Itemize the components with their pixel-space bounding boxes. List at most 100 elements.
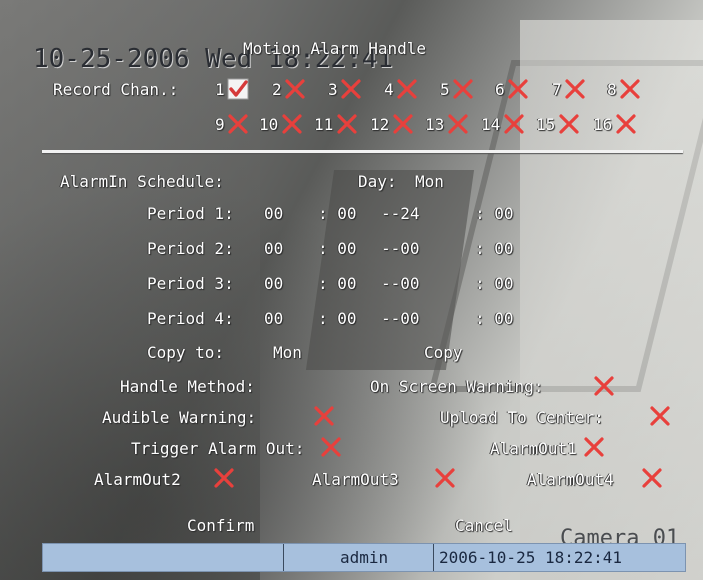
period-label: Period 1:: [147, 204, 234, 223]
channel-checkbox[interactable]: [281, 113, 303, 135]
channel-checkbox[interactable]: [396, 78, 418, 100]
period-start-hour[interactable]: 00: [264, 275, 283, 293]
cross-icon: [314, 406, 334, 426]
channel-checkbox[interactable]: [284, 78, 306, 100]
audible-warning-label: Audible Warning:: [102, 408, 257, 427]
cross-icon: [337, 114, 357, 134]
day-select[interactable]: Mon: [415, 173, 444, 191]
dialog-title: Motion Alarm Handle: [243, 39, 427, 58]
cross-icon: [508, 79, 528, 99]
channel-number: 14: [481, 115, 501, 134]
channel-number: 6: [495, 80, 505, 99]
period-start-minute[interactable]: : 00: [318, 240, 357, 258]
cross-icon: [594, 376, 614, 396]
bg-light-area: [520, 20, 703, 580]
day-label: Day:: [358, 172, 397, 191]
cancel-button[interactable]: Cancel: [455, 517, 513, 535]
copy-button[interactable]: Copy: [424, 344, 463, 362]
trigger-alarm-out-checkbox[interactable]: [320, 436, 342, 458]
cross-icon: [504, 114, 524, 134]
cross-icon: [228, 114, 248, 134]
period-end-hour[interactable]: --00: [381, 310, 420, 328]
alarmout4-label: AlarmOut4: [527, 470, 614, 489]
channel-number: 10: [259, 115, 279, 134]
dvr-screen: 10-25-2006 Wed 18:22:41 Motion Alarm Han…: [0, 0, 703, 580]
cross-icon: [214, 468, 234, 488]
cross-icon: [642, 468, 662, 488]
period-end-hour[interactable]: --00: [381, 240, 420, 258]
cross-icon: [650, 406, 670, 426]
channel-number: 13: [425, 115, 445, 134]
period-label: Period 2:: [147, 239, 234, 258]
on-screen-warning-checkbox[interactable]: [593, 375, 615, 397]
channel-number: 7: [552, 80, 562, 99]
status-datetime: 2006-10-25 18:22:41: [439, 548, 623, 567]
period-start-hour[interactable]: 00: [264, 205, 283, 223]
channel-checkbox-checked[interactable]: [227, 78, 249, 100]
audible-warning-checkbox[interactable]: [313, 405, 335, 427]
cross-icon: [397, 79, 417, 99]
channel-checkbox[interactable]: [452, 78, 474, 100]
channel-number: 15: [536, 115, 556, 134]
status-cell-user: admin: [283, 544, 434, 571]
cross-icon: [616, 114, 636, 134]
alarmin-schedule-label: AlarmIn Schedule:: [60, 172, 224, 191]
status-cell-datetime: 2006-10-25 18:22:41: [433, 544, 686, 571]
period-end-minute[interactable]: : 00: [475, 205, 514, 223]
channel-checkbox[interactable]: [503, 113, 525, 135]
channel-checkbox[interactable]: [564, 78, 586, 100]
period-start-minute[interactable]: : 00: [318, 275, 357, 293]
alarmout4-checkbox[interactable]: [641, 467, 663, 489]
cross-icon: [285, 79, 305, 99]
channel-checkbox[interactable]: [336, 113, 358, 135]
period-start-minute[interactable]: : 00: [318, 205, 357, 223]
handle-method-label: Handle Method:: [120, 377, 255, 396]
period-end-hour[interactable]: --00: [381, 275, 420, 293]
confirm-button[interactable]: Confirm: [187, 517, 254, 535]
period-end-minute[interactable]: : 00: [475, 275, 514, 293]
copy-to-select[interactable]: Mon: [273, 344, 302, 362]
channel-number: 16: [593, 115, 613, 134]
channel-checkbox[interactable]: [447, 113, 469, 135]
cross-icon: [282, 114, 302, 134]
channel-number: 1: [215, 80, 225, 99]
cross-icon: [393, 114, 413, 134]
cross-icon: [321, 437, 341, 457]
channel-number: 12: [370, 115, 390, 134]
channel-number: 8: [607, 80, 617, 99]
alarmout3-checkbox[interactable]: [434, 467, 456, 489]
period-start-minute[interactable]: : 00: [318, 310, 357, 328]
channel-checkbox[interactable]: [619, 78, 641, 100]
period-label: Period 3:: [147, 274, 234, 293]
upload-to-center-label: Upload To Center:: [440, 408, 604, 427]
alarmout1-checkbox[interactable]: [583, 436, 605, 458]
channel-number: 11: [314, 115, 334, 134]
channel-number: 2: [272, 80, 282, 99]
channel-number: 5: [440, 80, 450, 99]
cross-icon: [565, 79, 585, 99]
channel-checkbox[interactable]: [227, 113, 249, 135]
channel-checkbox[interactable]: [392, 113, 414, 135]
period-end-minute[interactable]: : 00: [475, 310, 514, 328]
cross-icon: [341, 79, 361, 99]
period-label: Period 4:: [147, 309, 234, 328]
channel-checkbox[interactable]: [340, 78, 362, 100]
status-bar: admin 2006-10-25 18:22:41: [42, 543, 686, 572]
on-screen-warning-label: On Screen Warning:: [370, 377, 544, 396]
trigger-alarm-out-label: Trigger Alarm Out:: [131, 439, 305, 458]
upload-to-center-checkbox[interactable]: [649, 405, 671, 427]
channel-checkbox[interactable]: [615, 113, 637, 135]
channel-number: 3: [328, 80, 338, 99]
cross-icon: [435, 468, 455, 488]
period-start-hour[interactable]: 00: [264, 310, 283, 328]
alarmout2-checkbox[interactable]: [213, 467, 235, 489]
cross-icon: [453, 79, 473, 99]
check-icon: [227, 78, 249, 100]
alarmout1-label: AlarmOut1: [490, 439, 577, 458]
channel-checkbox[interactable]: [558, 113, 580, 135]
period-start-hour[interactable]: 00: [264, 240, 283, 258]
period-end-minute[interactable]: : 00: [475, 240, 514, 258]
channel-checkbox[interactable]: [507, 78, 529, 100]
period-end-hour[interactable]: --24: [381, 205, 420, 223]
status-cell-empty: [43, 544, 283, 571]
